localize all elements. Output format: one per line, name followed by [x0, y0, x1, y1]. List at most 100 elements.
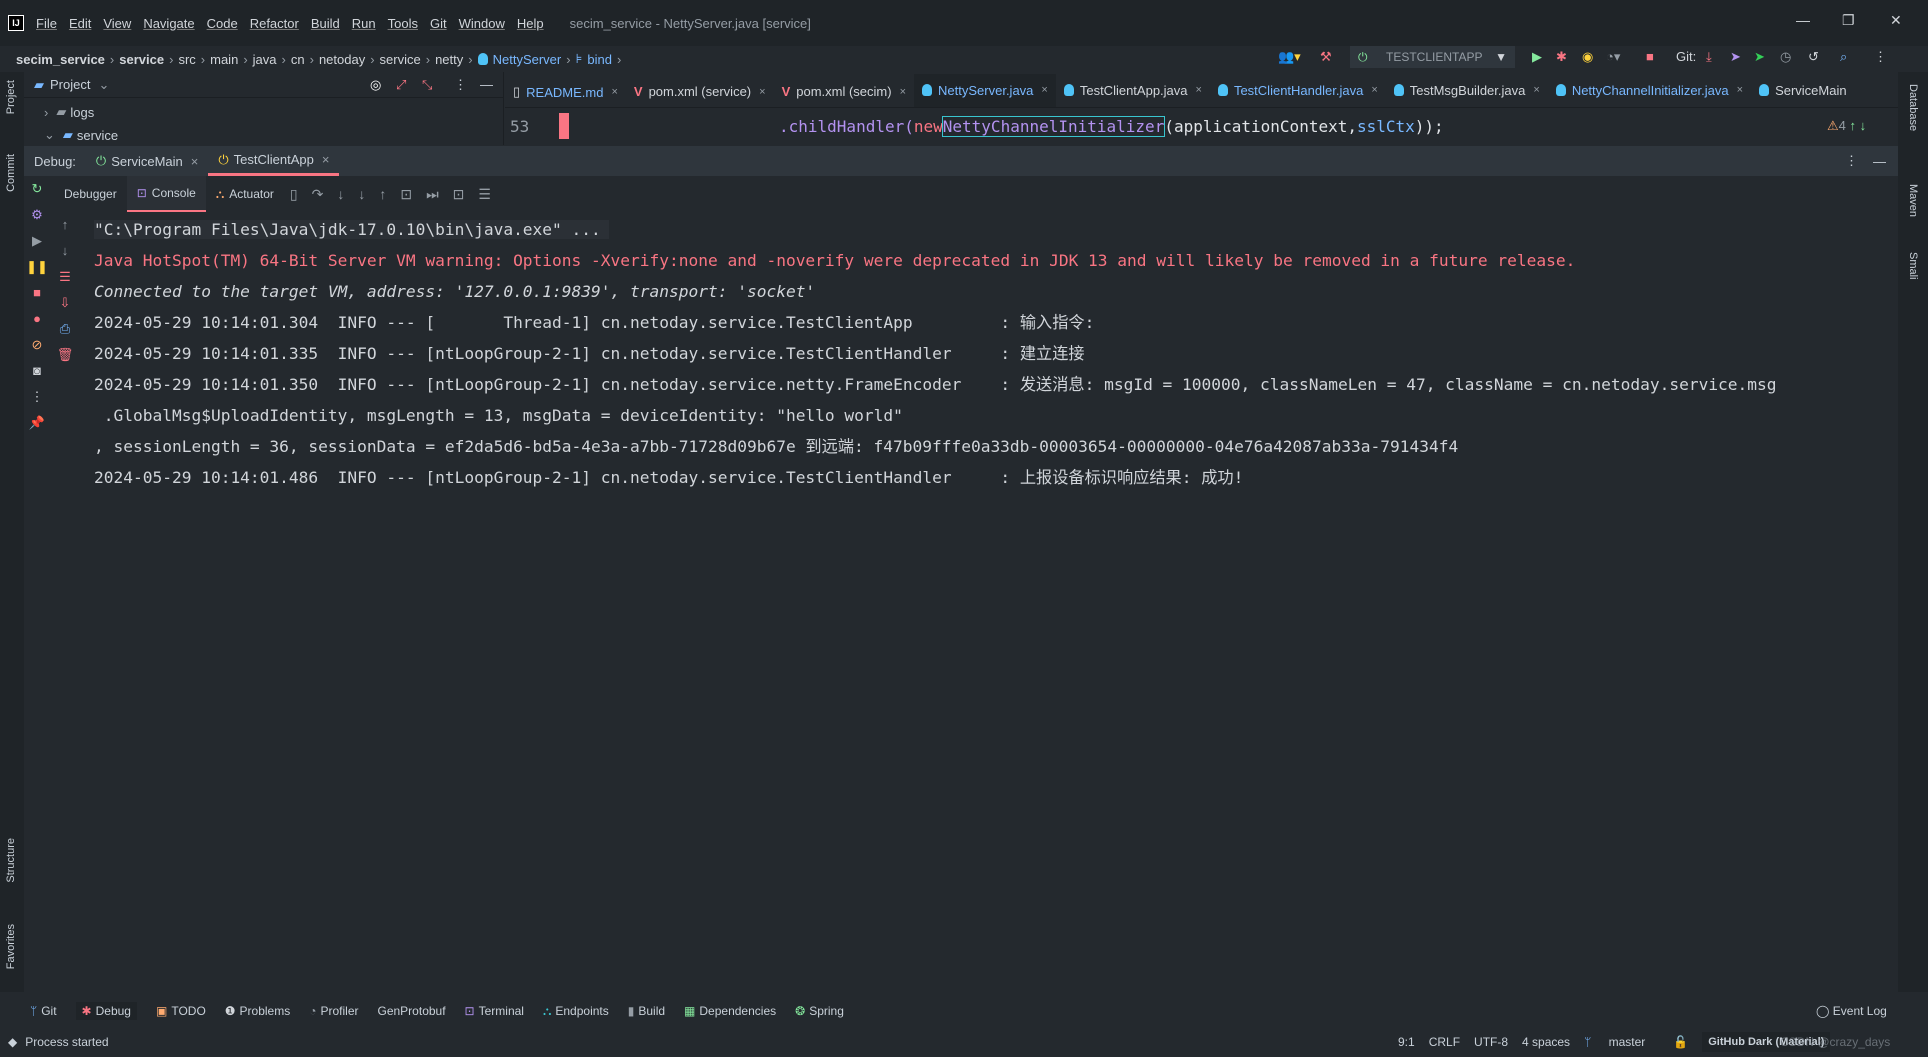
expand-icon[interactable]: ⤢ [396, 77, 406, 93]
restore-button[interactable]: ❐ [1842, 12, 1855, 29]
more-icon[interactable]: ⋮ [1874, 49, 1887, 65]
pause-icon[interactable]: ❚❚ [24, 254, 50, 280]
users-icon[interactable]: 👥▾ [1278, 49, 1301, 65]
scroll-to-end-icon[interactable]: ⇩ [52, 290, 78, 316]
close-tab-icon[interactable]: × [1041, 84, 1047, 96]
build-hammer-icon[interactable]: ⚒ [1320, 49, 1332, 65]
git-push-icon[interactable]: ➤ [1730, 49, 1741, 65]
print-icon[interactable]: ⎙ [52, 316, 78, 342]
resume-icon[interactable]: ▶ [24, 228, 50, 254]
crumb[interactable]: bind [587, 52, 612, 67]
tool-tab-git[interactable]: ᛘ Git [30, 1004, 57, 1018]
menu-help[interactable]: Help [517, 16, 544, 31]
mute-breakpoints-icon[interactable]: ⊘ [24, 332, 50, 358]
tab-actuator[interactable]: ⛬ Actuator [206, 176, 284, 212]
menu-navigate[interactable]: Navigate [143, 16, 194, 31]
tool-tab-genprotobuf[interactable]: GenProtobuf [378, 1004, 446, 1018]
breakpoint-marker[interactable] [559, 113, 569, 139]
close-button[interactable]: ✕ [1890, 12, 1902, 29]
editor-tab[interactable]: Vpom.xml (service) × [626, 74, 774, 108]
tool-tab-todo[interactable]: ▣ TODO [156, 1004, 206, 1018]
git-branch[interactable]: ᛘ master [1584, 1035, 1659, 1049]
crumb[interactable]: main [210, 52, 238, 67]
settings-gear-icon[interactable]: ⚙ [24, 202, 50, 228]
debug-bug-icon[interactable]: ✱ [1556, 49, 1567, 65]
stop-icon[interactable]: ■ [24, 280, 50, 306]
camera-icon[interactable]: ◙ [24, 358, 50, 384]
chevron-down-icon[interactable]: ⌄ [98, 77, 109, 93]
menu-file[interactable]: File [36, 16, 57, 31]
stripe-smali[interactable]: Smali [1907, 252, 1919, 280]
stripe-database[interactable]: Database [1907, 84, 1919, 131]
editor-tab[interactable]: ServiceMain [1751, 72, 1855, 107]
collapse-icon[interactable]: ⤡ [422, 77, 432, 93]
up-arrow-icon[interactable]: ↑ [52, 212, 78, 238]
crumb[interactable]: netoday [319, 52, 365, 67]
tool-tab-endpoints[interactable]: ⛬ Endpoints [543, 1004, 609, 1019]
close-tab-icon[interactable]: × [611, 86, 617, 98]
editor-tab[interactable]: NettyServer.java × [914, 73, 1056, 107]
event-log-button[interactable]: ◯ Event Log [1816, 1004, 1887, 1018]
close-tab-icon[interactable]: × [1737, 84, 1743, 96]
minimize-button[interactable]: — [1796, 12, 1810, 28]
crumb[interactable]: NettyServer [493, 52, 562, 67]
menu-view[interactable]: View [103, 16, 131, 31]
crumb[interactable]: cn [291, 52, 305, 67]
close-tab-icon[interactable]: × [1371, 84, 1377, 96]
history-icon[interactable]: ◷ [1780, 49, 1791, 65]
menu-build[interactable]: Build [311, 16, 340, 31]
editor-tab[interactable]: NettyChannelInitializer.java × [1548, 72, 1751, 107]
stripe-maven[interactable]: Maven [1907, 184, 1919, 217]
hide-icon[interactable]: — [1873, 154, 1886, 169]
tree-item-logs[interactable]: › ▰ logs [24, 98, 503, 126]
pin-icon[interactable]: 📌 [24, 410, 50, 436]
editor-tab[interactable]: TestClientApp.java × [1056, 72, 1210, 107]
search-icon[interactable]: ⌕ [1840, 49, 1847, 65]
project-title[interactable]: Project [50, 77, 90, 92]
crumb[interactable]: service [380, 52, 421, 67]
close-tab-icon[interactable]: × [1533, 84, 1539, 96]
locate-icon[interactable]: ◎ [370, 77, 381, 93]
crumb[interactable]: src [178, 52, 195, 67]
menu-git[interactable]: Git [430, 16, 447, 31]
editor-tab[interactable]: Vpom.xml (secim) × [774, 74, 914, 108]
warning-icon[interactable]: ⚠4 ↑ ↓ [1827, 118, 1866, 134]
crumb[interactable]: netty [435, 52, 463, 67]
hide-icon[interactable]: — [480, 77, 493, 92]
git-update-icon[interactable]: ⤓ [1706, 49, 1712, 65]
soft-wrap-icon[interactable]: ☰ [52, 264, 78, 290]
caret-position[interactable]: 9:1 [1398, 1035, 1415, 1049]
close-tab-icon[interactable]: × [759, 86, 765, 98]
menu-tools[interactable]: Tools [388, 16, 418, 31]
tree-item-service[interactable]: ⌄ ▰ service [24, 126, 503, 144]
more-icon[interactable]: ⋮ [24, 384, 50, 410]
menu-run[interactable]: Run [352, 16, 376, 31]
menu-code[interactable]: Code [207, 16, 238, 31]
tool-tab-profiler[interactable]: ◔ Profiler [309, 1004, 358, 1018]
stripe-structure[interactable]: Structure [5, 838, 17, 883]
session-tab-servicemain[interactable]: ⏻ ServiceMain × [86, 146, 208, 176]
menu-refactor[interactable]: Refactor [250, 16, 299, 31]
editor-tab[interactable]: ▯ README.md × [505, 74, 626, 107]
tool-tab-terminal[interactable]: ⊡ Terminal [465, 1004, 524, 1018]
stepping-toolbar[interactable]: ▯↷↓↓↑⊡⏭⊡☰ [290, 186, 505, 203]
editor-tab[interactable]: TestClientHandler.java × [1210, 72, 1386, 107]
menu-edit[interactable]: Edit [69, 16, 91, 31]
tab-console[interactable]: ⊡ Console [126, 176, 206, 212]
stop-icon[interactable]: ■ [1646, 49, 1654, 64]
tool-tab-dependencies[interactable]: ▦ Dependencies [684, 1004, 776, 1018]
tool-tab-spring[interactable]: ❂ Spring [795, 1004, 844, 1018]
indent-setting[interactable]: 4 spaces [1522, 1035, 1570, 1049]
editor-tab[interactable]: TestMsgBuilder.java × [1386, 72, 1548, 107]
close-tab-icon[interactable]: × [1196, 84, 1202, 96]
profiler-icon[interactable]: ◔▾ [1606, 49, 1620, 65]
file-encoding[interactable]: UTF-8 [1474, 1035, 1508, 1049]
coverage-icon[interactable]: ◉ [1582, 49, 1593, 65]
lock-icon[interactable]: 🔓 [1673, 1035, 1688, 1049]
options-icon[interactable]: ⋮ [454, 77, 467, 93]
console-output[interactable]: "C:\Program Files\Java\jdk-17.0.10\bin\j… [82, 214, 1892, 994]
line-separator[interactable]: CRLF [1429, 1035, 1460, 1049]
run-config-select[interactable]: TESTCLIENTAPP ▼ [1350, 46, 1515, 68]
tool-tab-problems[interactable]: ❶ Problems [225, 1004, 290, 1018]
crumb[interactable]: secim_service [16, 52, 105, 67]
